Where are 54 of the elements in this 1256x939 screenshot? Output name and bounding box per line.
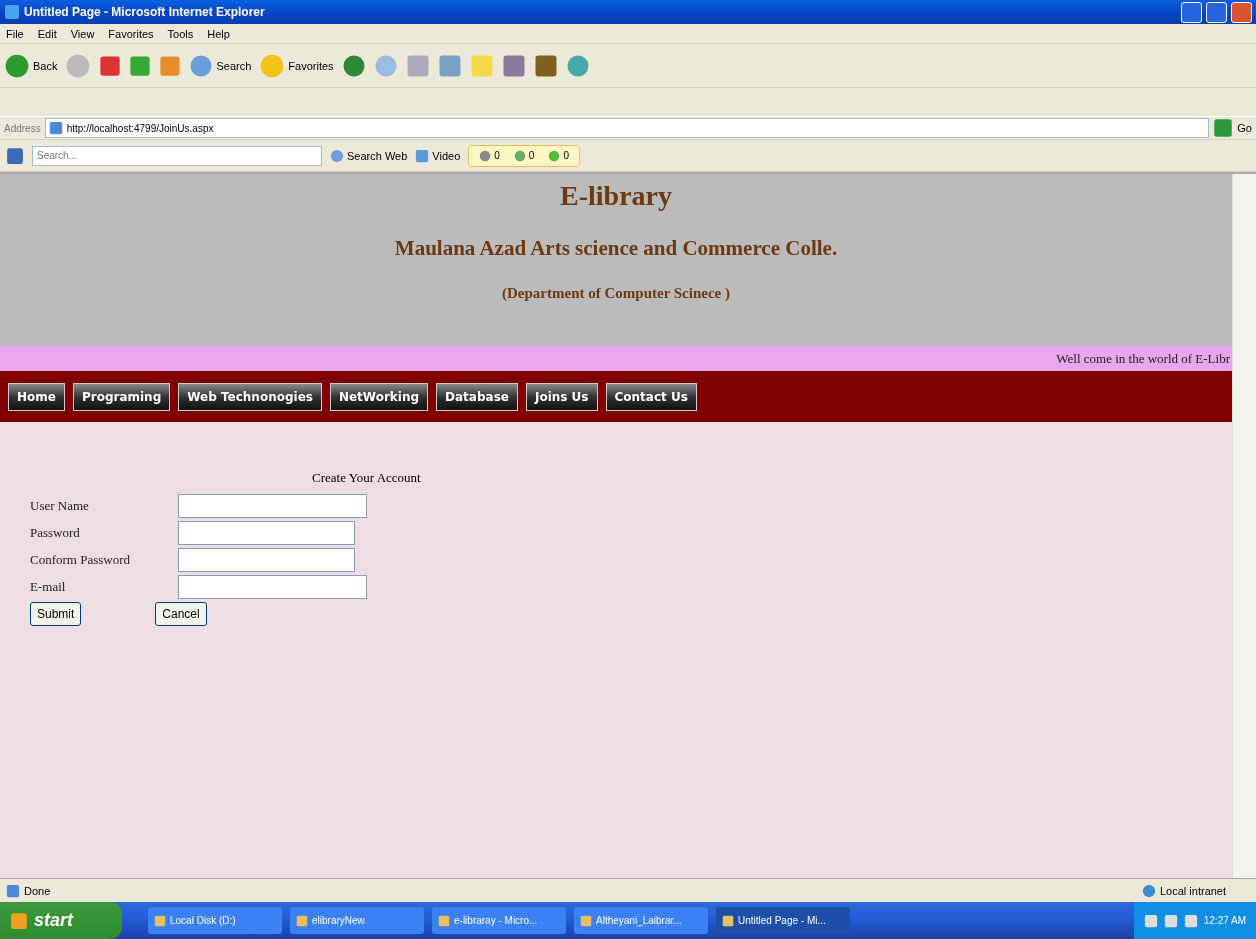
menu-item[interactable]: View <box>70 27 95 40</box>
field-label: Conform Password <box>30 551 132 568</box>
nav-button[interactable]: Joins Us <box>525 382 598 411</box>
nav-button[interactable]: Programing <box>72 382 171 411</box>
taskbar-button[interactable]: Local Disk (D:) <box>148 907 282 934</box>
field-label: E-mail <box>30 578 67 595</box>
marquee-text: Well come in the world of E-Libr <box>1056 350 1230 367</box>
form-heading: Create Your Account <box>312 470 422 486</box>
back-button[interactable]: Back <box>4 52 58 79</box>
nav-button[interactable]: NetWorking <box>329 382 429 411</box>
menu-item[interactable]: Edit <box>37 27 57 40</box>
counter[interactable]: 0 <box>513 149 535 162</box>
taskbar-button[interactable]: e-libraray - Micro... <box>432 907 566 934</box>
submit-button[interactable]: Submit <box>30 602 82 626</box>
address-field[interactable]: http://localhost:4799/JoinUs.aspx <box>44 118 1210 138</box>
search-field[interactable]: Search... <box>32 145 322 166</box>
field-label: Password <box>30 524 81 541</box>
address-label: Address <box>4 122 41 134</box>
go-label[interactable]: Go <box>1237 122 1252 134</box>
field-label: User Name <box>30 497 90 514</box>
counter[interactable]: 0 <box>548 149 569 162</box>
site-title: E-library <box>560 180 672 212</box>
input-field[interactable] <box>178 520 355 545</box>
nav-button[interactable]: Web Technonogies <box>178 382 322 411</box>
counter[interactable]: 0 <box>479 149 500 162</box>
department-name: (Department of Computer Scinece ) <box>502 285 730 302</box>
menu-item[interactable]: Help <box>207 27 230 40</box>
nav-button[interactable]: Contact Us <box>605 382 697 411</box>
search-web-button[interactable]: Search Web <box>330 148 408 163</box>
input-field[interactable] <box>178 493 367 518</box>
window-title: Untitled Page - Microsoft Internet Explorer <box>24 5 266 19</box>
input-field[interactable] <box>178 547 355 572</box>
minimize-button[interactable] <box>1181 1 1202 23</box>
close-button[interactable] <box>1231 1 1252 23</box>
college-name: Maulana Azad Arts science and Commerce Colle. <box>394 236 838 261</box>
cancel-button[interactable]: Cancel <box>155 602 207 626</box>
menu-item[interactable]: Favorites <box>108 27 154 40</box>
scrollbar[interactable] <box>1232 174 1256 878</box>
search-button[interactable]: Search <box>189 53 252 78</box>
favorites-button[interactable]: Favorites <box>259 52 334 79</box>
nav-button[interactable]: Home <box>8 382 65 411</box>
video-button[interactable]: Video <box>415 148 461 163</box>
start-button[interactable]: start <box>0 902 122 939</box>
input-field[interactable] <box>178 574 367 599</box>
menu-item[interactable]: File <box>6 27 24 40</box>
taskbar-button[interactable]: Altheyani_Laibrar... <box>574 907 708 934</box>
zone-text: Local intranet <box>1160 884 1228 897</box>
status-text: Done <box>24 884 52 897</box>
clock: 12:27 AM <box>1203 915 1246 926</box>
nav-button[interactable]: Database <box>436 382 518 411</box>
taskbar-button[interactable]: elibraryNew <box>290 907 424 934</box>
restore-button[interactable] <box>1206 1 1227 23</box>
menu-item[interactable]: Tools <box>167 27 194 40</box>
taskbar-button[interactable]: Untitled Page - Mi... <box>716 907 850 934</box>
